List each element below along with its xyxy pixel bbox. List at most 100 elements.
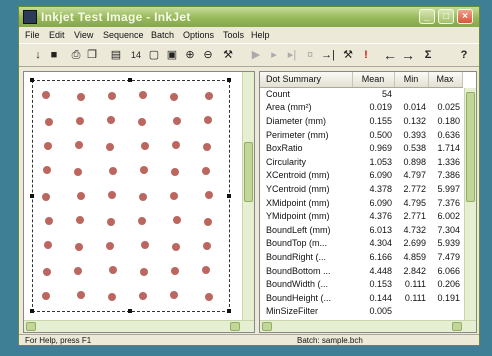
resize-handle[interactable] (128, 78, 132, 82)
resize-handle[interactable] (227, 309, 231, 313)
settings-icon[interactable]: ⚒ (341, 48, 355, 62)
menu-view[interactable]: View (74, 30, 93, 40)
image-vertical-scroll-thumb[interactable] (244, 142, 253, 202)
min-value: 0.014 (403, 102, 426, 113)
forward-end-icon[interactable]: ▸| (285, 48, 299, 62)
image-horizontal-scrollbar[interactable] (24, 320, 254, 332)
ink-dot (139, 193, 147, 201)
image-vertical-scrollbar[interactable] (242, 72, 254, 320)
copy-icon[interactable]: ❐ (85, 48, 99, 62)
max-value: 7.376 (437, 197, 460, 208)
table-row[interactable]: XCentroid (mm) 6.090 4.797 7.386 (260, 169, 462, 183)
metric-label: YCentroid (mm) (266, 183, 330, 194)
ink-dot (172, 141, 180, 149)
scroll-right-icon[interactable] (452, 322, 462, 331)
mean-value: 0.969 (369, 143, 392, 154)
help-icon[interactable]: ? (457, 48, 471, 62)
jump-icon[interactable]: →| (321, 48, 335, 62)
summary-vertical-scrollbar[interactable] (464, 88, 476, 324)
min-value: 0.538 (403, 143, 426, 154)
summary-rows: Count 54 Area (mm²) 0.019 0.014 0.025 Diameter… (260, 87, 462, 318)
alert-icon[interactable]: ! (359, 48, 373, 62)
ink-dot (170, 93, 178, 101)
play-icon[interactable]: ▶ (249, 48, 263, 62)
lock-icon[interactable]: ¤ (303, 48, 317, 62)
status-batch: Batch: sample.bch (297, 336, 363, 345)
summary-horizontal-scrollbar[interactable] (260, 320, 476, 332)
fit-width-icon[interactable]: ▣ (165, 48, 179, 62)
table-row[interactable]: MinSizeFilter 0.005 (260, 305, 462, 319)
zoom-in-icon[interactable]: ⊕ (183, 48, 197, 62)
max-value: 0.025 (437, 102, 460, 113)
ink-dot (205, 191, 213, 199)
table-row[interactable]: BoundRight (... 6.166 4.859 7.479 (260, 250, 462, 264)
arrow-right-icon[interactable]: → (401, 48, 415, 62)
table-row[interactable]: Area (mm²) 0.019 0.014 0.025 (260, 101, 462, 115)
table-row[interactable]: YMidpoint (mm) 4.376 2.771 6.002 (260, 209, 462, 223)
paste-icon[interactable]: ▤ (109, 48, 123, 62)
fit-icon[interactable]: ▢ (147, 48, 161, 62)
minimize-button[interactable]: _ (419, 9, 435, 24)
resize-handle[interactable] (30, 309, 34, 313)
ink-dot (140, 268, 148, 276)
ink-dot (171, 168, 179, 176)
table-row[interactable]: Count 54 (260, 87, 462, 101)
print-icon[interactable]: ⎙ (69, 48, 83, 62)
max-value: 0.180 (437, 115, 460, 126)
ink-dot (106, 143, 114, 151)
table-row[interactable]: BoundLeft (mm) 6.013 4.732 7.304 (260, 223, 462, 237)
zoom-out-icon[interactable]: ⊖ (201, 48, 215, 62)
min-value: 0.111 (404, 292, 426, 303)
menu-batch[interactable]: Batch (151, 30, 174, 40)
table-row[interactable]: BoundWidth (... 0.153 0.111 0.206 (260, 277, 462, 291)
sigma-icon[interactable]: Σ (421, 48, 435, 62)
table-row[interactable]: Perimeter (mm) 0.500 0.393 0.636 (260, 128, 462, 142)
open-icon[interactable]: ↓ (31, 48, 45, 62)
table-row[interactable]: BoundHeight (... 0.144 0.111 0.191 (260, 291, 462, 305)
summary-vertical-scroll-thumb[interactable] (466, 92, 475, 202)
table-row[interactable]: Circularity 1.053 0.898 1.336 (260, 155, 462, 169)
arrow-left-icon[interactable]: ← (383, 48, 397, 62)
maximize-button[interactable]: □ (438, 9, 454, 24)
table-row[interactable]: BoundTop (m... 4.304 2.699 5.939 (260, 237, 462, 251)
table-row[interactable]: BoxRatio 0.969 0.538 1.714 (260, 141, 462, 155)
ink-dot (140, 166, 148, 174)
menu-options[interactable]: Options (183, 30, 214, 40)
scroll-left-icon[interactable] (262, 322, 272, 331)
ink-dot (42, 91, 50, 99)
column-header-max[interactable]: Max (428, 72, 463, 88)
menu-edit[interactable]: Edit (49, 30, 65, 40)
mark-icon[interactable]: 14 (129, 48, 143, 62)
menu-sequence[interactable]: Sequence (103, 30, 144, 40)
resize-handle[interactable] (30, 78, 34, 82)
resize-handle[interactable] (128, 309, 132, 313)
scroll-left-icon[interactable] (26, 322, 36, 331)
ink-dot (170, 291, 178, 299)
menu-file[interactable]: File (25, 30, 40, 40)
resize-handle[interactable] (227, 194, 231, 198)
close-button[interactable]: × (457, 9, 473, 24)
table-row[interactable]: Diameter (mm) 0.155 0.132 0.180 (260, 114, 462, 128)
column-header-mean[interactable]: Mean (352, 72, 395, 88)
table-row[interactable]: YCentroid (mm) 4.378 2.772 5.997 (260, 182, 462, 196)
save-icon[interactable]: ■ (47, 48, 61, 62)
column-header-min[interactable]: Min (394, 72, 429, 88)
metric-label: BoundWidth (... (266, 279, 329, 290)
menu-tools[interactable]: Tools (223, 30, 244, 40)
metric-label: YMidpoint (mm) (266, 211, 330, 222)
title-bar[interactable]: Inkjet Test Image - InkJet _ □ × (19, 7, 479, 27)
resize-handle[interactable] (227, 78, 231, 82)
selection-frame[interactable] (32, 80, 230, 312)
table-row[interactable]: XMidpoint (mm) 6.090 4.795 7.376 (260, 196, 462, 210)
forward-icon[interactable]: ▸ (267, 48, 281, 62)
column-header-summary[interactable]: Dot Summary (260, 72, 353, 88)
max-value: 0.191 (437, 292, 460, 303)
image-pane[interactable] (23, 71, 255, 333)
menu-help[interactable]: Help (251, 30, 270, 40)
table-row[interactable]: BoundBottom ... 4.448 2.842 6.066 (260, 264, 462, 278)
ink-dot (74, 267, 82, 275)
max-value: 1.336 (437, 156, 460, 167)
scroll-right-icon[interactable] (230, 322, 240, 331)
resize-handle[interactable] (30, 194, 34, 198)
measure-icon[interactable]: ⚒ (221, 48, 235, 62)
